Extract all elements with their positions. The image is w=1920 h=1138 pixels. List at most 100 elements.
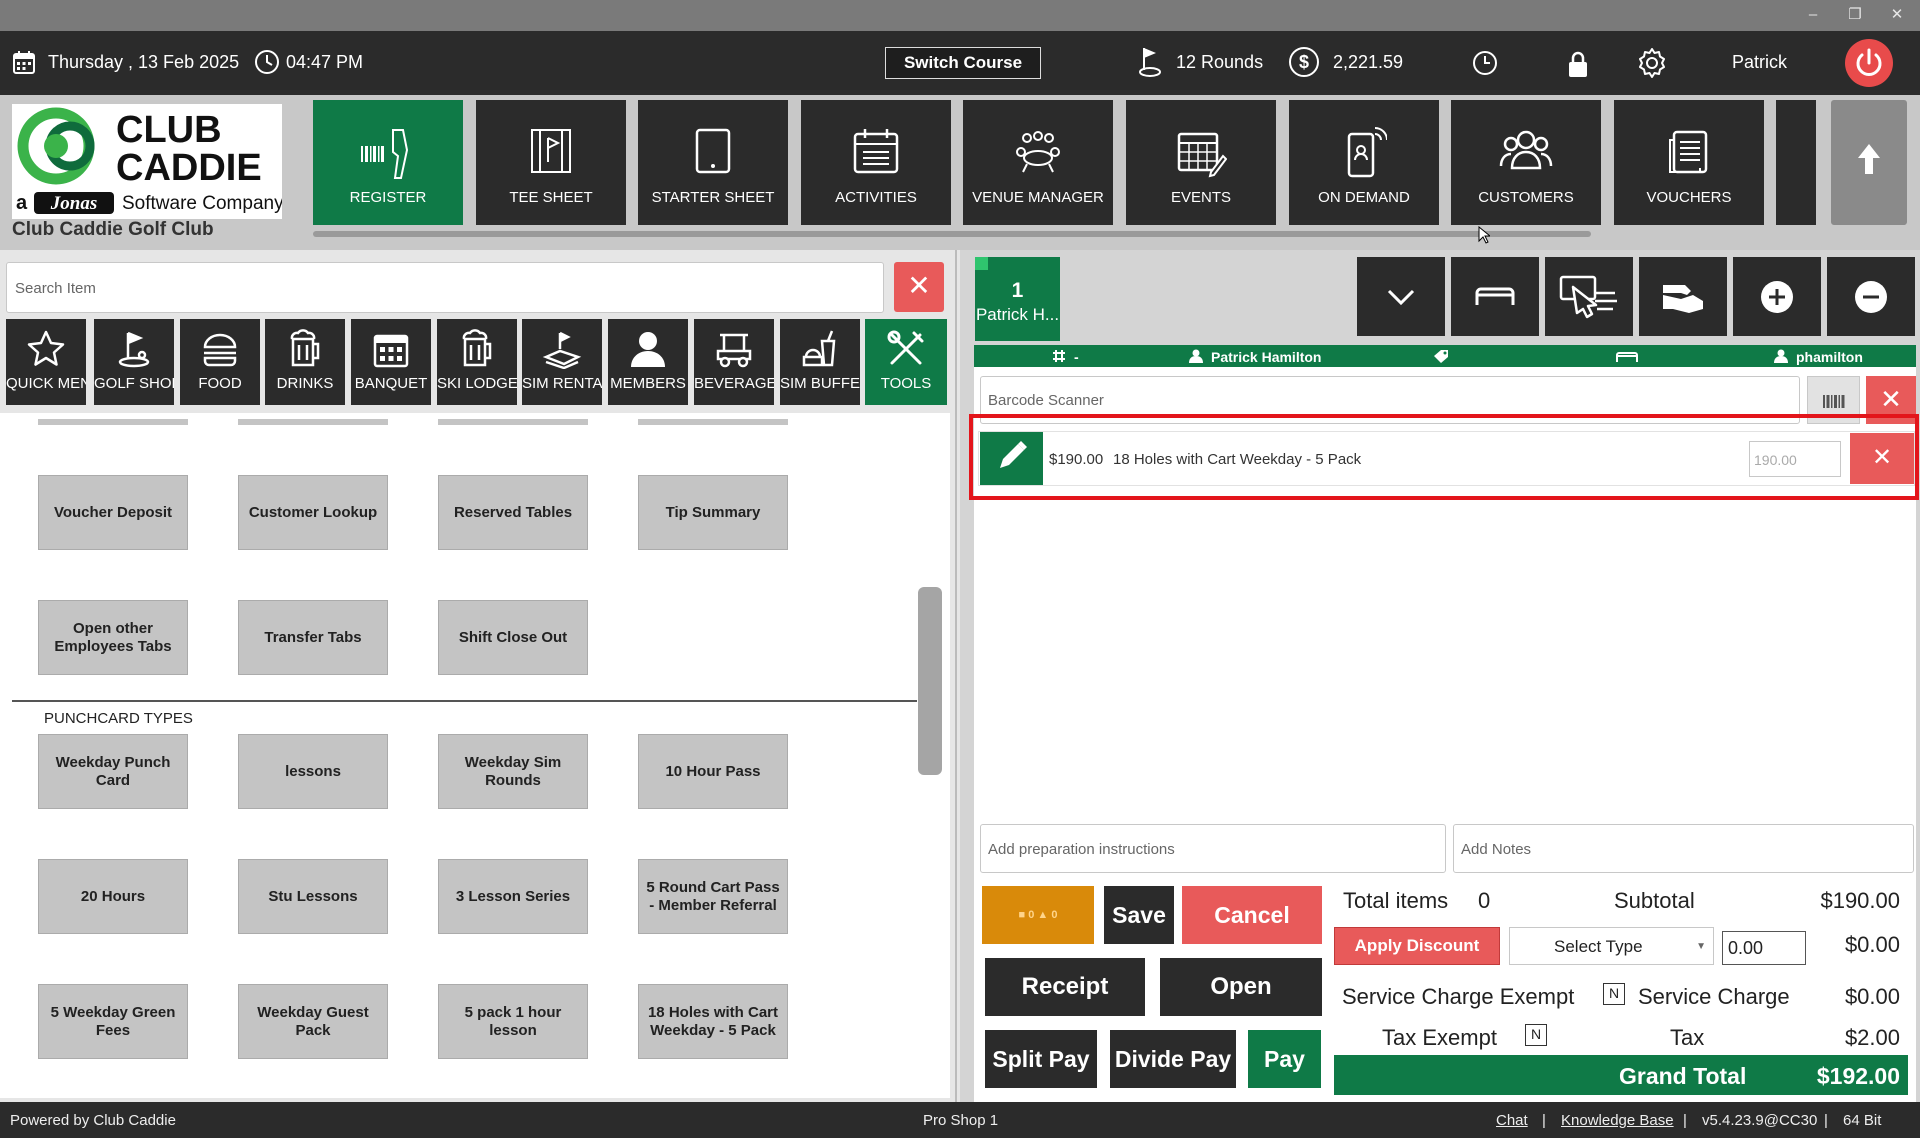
punchcard-tile[interactable]: Stu Lessons (238, 859, 388, 934)
punchcard-tile[interactable]: 5 pack 1 hour lesson (438, 984, 588, 1059)
category-food[interactable]: FOOD (180, 319, 260, 405)
nav-activities[interactable]: ACTIVITIES (801, 100, 951, 225)
punchcard-tile[interactable]: Weekday Guest Pack (238, 984, 388, 1059)
category-sim-buffet[interactable]: SIM BUFFET (780, 319, 860, 405)
collapse-button[interactable] (1357, 257, 1445, 336)
notes-input[interactable]: Add Notes (1453, 824, 1914, 873)
tool-tip-summary[interactable]: Tip Summary (638, 475, 788, 550)
tablet-icon (693, 126, 733, 176)
save-button[interactable]: Save (1104, 886, 1174, 944)
nav-more-partial[interactable] (1776, 100, 1816, 225)
user-name[interactable]: Patrick (1732, 52, 1787, 73)
order-tab-status-marker (975, 257, 988, 270)
tool-reserved-tables[interactable]: Reserved Tables (438, 475, 588, 550)
punchcard-tile[interactable]: lessons (238, 734, 388, 809)
scroll-up-button[interactable] (1831, 100, 1907, 225)
search-clear-button[interactable]: ✕ (894, 262, 944, 312)
service-charge-value: $0.00 (1844, 984, 1900, 1009)
service-charge-exempt-toggle[interactable]: N (1603, 983, 1625, 1005)
category-tools[interactable]: TOOLS (865, 319, 947, 405)
split-pay-button[interactable]: Split Pay (985, 1030, 1097, 1088)
table-icon[interactable] (1615, 349, 1639, 363)
beer-mug-icon (285, 329, 325, 369)
category-sim-rental[interactable]: SIM RENTAL (522, 319, 602, 405)
receipt-button[interactable]: Receipt (985, 958, 1145, 1016)
preparation-instructions-input[interactable]: Add preparation instructions (980, 824, 1446, 873)
plus-circle-icon (1761, 280, 1793, 313)
tool-open-other-tabs[interactable]: Open other Employees Tabs (38, 600, 188, 675)
punchcard-tile[interactable]: 3 Lesson Series (438, 859, 588, 934)
minus-circle-icon (1855, 280, 1887, 313)
tool-shift-close-out[interactable]: Shift Close Out (438, 600, 588, 675)
divide-pay-button[interactable]: Divide Pay (1110, 1030, 1236, 1088)
payment-button[interactable] (1639, 257, 1727, 336)
calendar-edit-icon (1175, 126, 1227, 178)
flag-sheet-icon (528, 126, 574, 176)
tool-transfer-tabs[interactable]: Transfer Tabs (238, 600, 388, 675)
gear-icon[interactable] (1636, 47, 1668, 79)
items-scrollbar[interactable] (918, 587, 942, 775)
customer-icon (1189, 349, 1203, 363)
remove-button[interactable] (1827, 257, 1915, 336)
knowledge-base-link[interactable]: Knowledge Base (1561, 1112, 1674, 1129)
current-time: 04:47 PM (286, 52, 364, 72)
restore-icon[interactable]: ❐ (1838, 4, 1872, 26)
table-icon (1475, 287, 1515, 305)
tile-partial (438, 419, 588, 425)
tax-exempt-toggle[interactable]: N (1525, 1024, 1547, 1046)
nav-register[interactable]: REGISTER (313, 100, 463, 225)
apply-discount-button[interactable]: Apply Discount (1334, 927, 1500, 965)
punchcard-tile[interactable]: Weekday Sim Rounds (438, 734, 588, 809)
punchcard-tile[interactable]: 5 Weekday Green Fees (38, 984, 188, 1059)
touch-button[interactable] (1545, 257, 1633, 336)
svg-text:Jonas: Jonas (50, 193, 97, 214)
lock-icon[interactable] (1566, 50, 1590, 78)
nav-venue-manager[interactable]: VENUE MANAGER (963, 100, 1113, 225)
switch-course-button[interactable]: Switch Course (885, 47, 1041, 79)
calendar-list-icon (851, 126, 901, 176)
nav-starter-sheet[interactable]: STARTER SHEET (638, 100, 788, 225)
chevron-down-icon (1387, 289, 1415, 305)
nav-on-demand[interactable]: ON DEMAND (1289, 100, 1439, 225)
power-button[interactable] (1845, 39, 1893, 87)
punchcard-tile[interactable]: 18 Holes with Cart Weekday - 5 Pack (638, 984, 788, 1059)
chat-link[interactable]: Chat (1496, 1112, 1528, 1129)
category-banquet[interactable]: BANQUET (351, 319, 431, 405)
total-items-value: 0 (1478, 888, 1491, 913)
buffet-icon (800, 329, 840, 369)
category-members[interactable]: MEMBERS (608, 319, 688, 405)
punchcard-tile[interactable]: Weekday Punch Card (38, 734, 188, 809)
punchcard-tile[interactable]: 10 Hour Pass (638, 734, 788, 809)
nav-scrollbar[interactable] (313, 231, 1591, 237)
tag-icon[interactable] (1433, 349, 1449, 363)
nav-vouchers[interactable]: VOUCHERS (1614, 100, 1764, 225)
cancel-button[interactable]: Cancel (1182, 886, 1322, 944)
search-input[interactable]: Search Item (6, 262, 884, 313)
table-button[interactable] (1451, 257, 1539, 336)
close-window-icon[interactable]: ✕ (1880, 4, 1914, 26)
order-header-number: - (1074, 349, 1079, 365)
tool-customer-lookup[interactable]: Customer Lookup (238, 475, 388, 550)
order-header: - Patrick Hamilton phamilton (974, 345, 1916, 367)
category-golf-shop[interactable]: GOLF SHOP (94, 319, 174, 405)
status-separator: | (1683, 1112, 1687, 1129)
tool-voucher-deposit[interactable]: Voucher Deposit (38, 475, 188, 550)
nav-events[interactable]: EVENTS (1126, 100, 1276, 225)
add-button[interactable] (1733, 257, 1821, 336)
category-drinks[interactable]: DRINKS (265, 319, 345, 405)
history-clock-icon[interactable] (1472, 50, 1498, 76)
punchcard-tile[interactable]: 5 Round Cart Pass - Member Referral (638, 859, 788, 934)
pay-button[interactable]: Pay (1248, 1030, 1321, 1088)
minimize-icon[interactable]: – (1796, 4, 1830, 26)
category-ski-lodge[interactable]: SKI LODGE (437, 319, 517, 405)
category-beverage[interactable]: BEVERAGE (694, 319, 774, 405)
nav-tee-sheet[interactable]: TEE SHEET (476, 100, 626, 225)
discount-type-select[interactable]: Select Type ▼ (1509, 927, 1714, 965)
arrow-up-icon (1858, 144, 1880, 174)
nav-customers[interactable]: CUSTOMERS (1451, 100, 1601, 225)
category-quick-menu[interactable]: QUICK MENU (6, 319, 86, 405)
punchcard-tile[interactable]: 20 Hours (38, 859, 188, 934)
loyalty-button[interactable]: ■ 0 ▲ 0 (982, 886, 1094, 944)
rounds-count: 12 Rounds (1176, 52, 1264, 72)
open-button[interactable]: Open (1160, 958, 1322, 1016)
